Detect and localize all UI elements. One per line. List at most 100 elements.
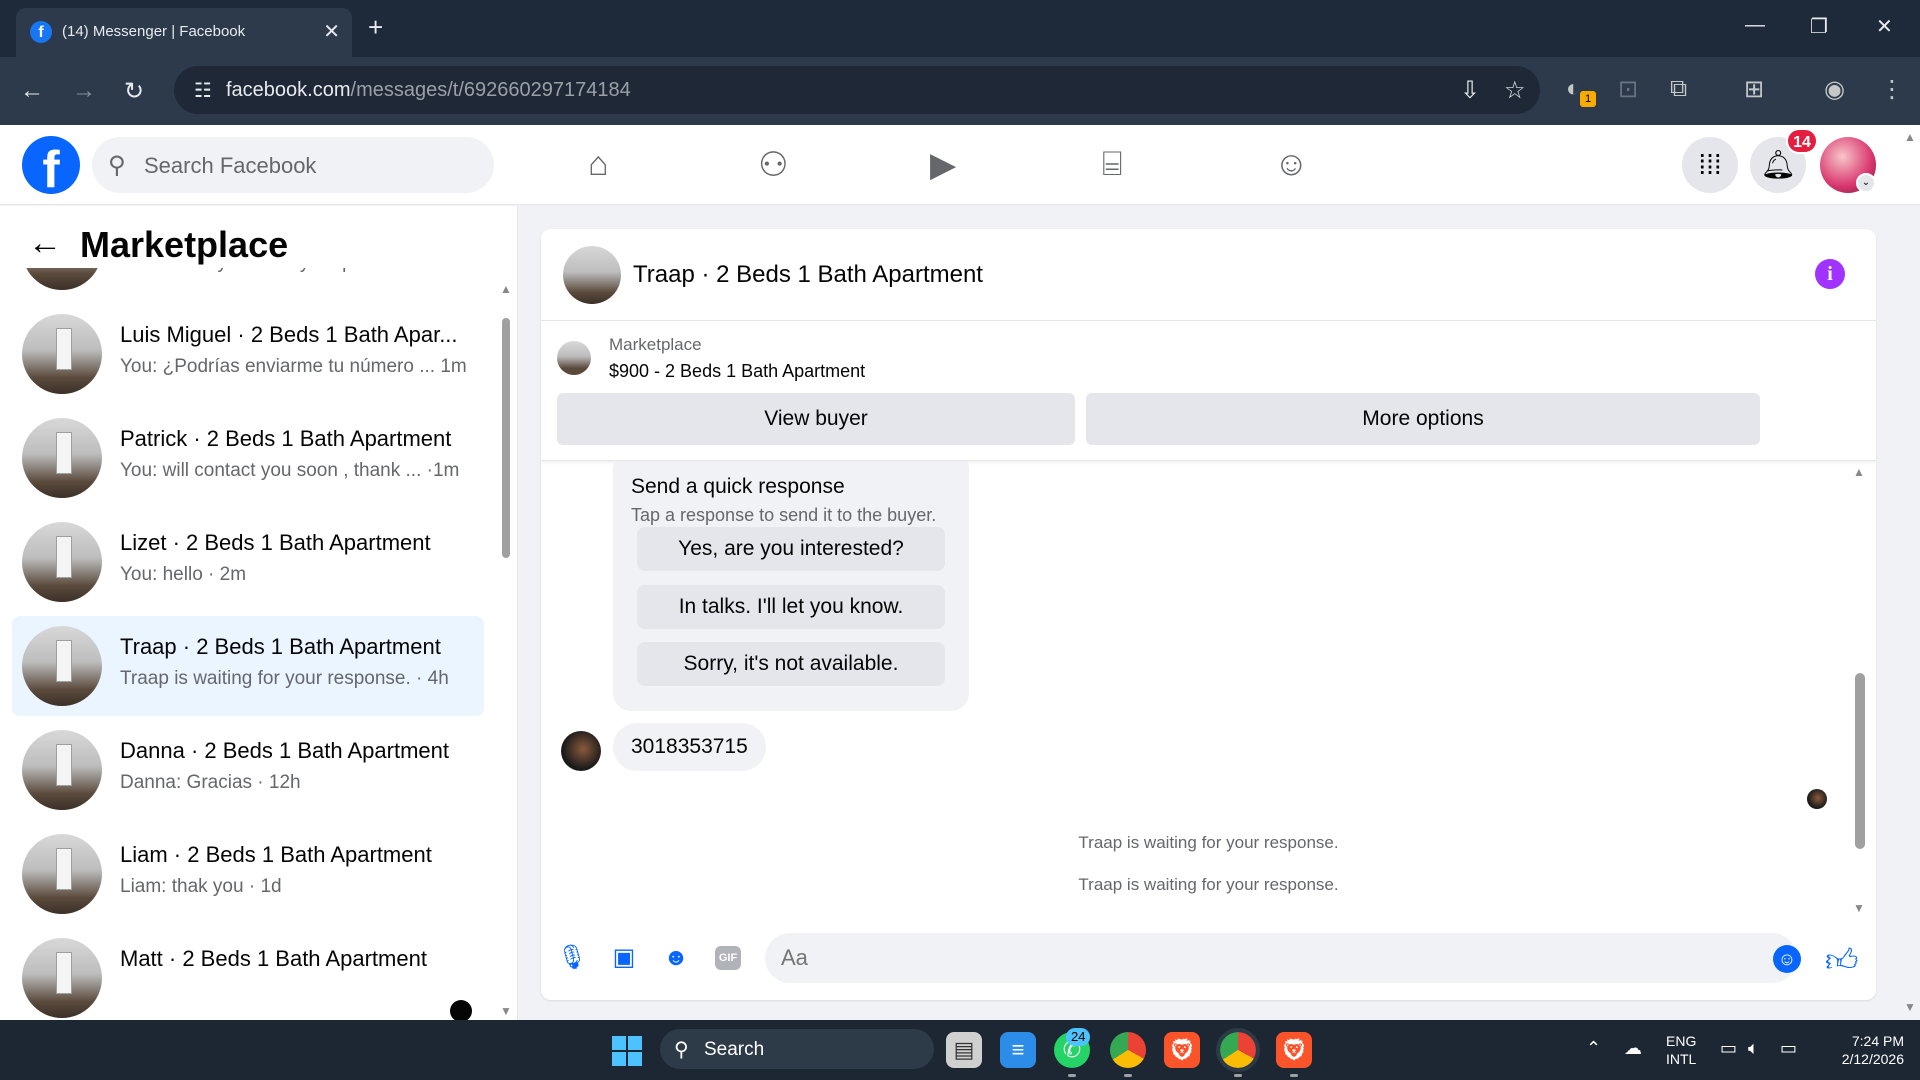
emoji-icon[interactable]: ☺ [1773,945,1801,973]
sender-avatar[interactable] [561,731,601,771]
brave-icon[interactable]: 🦁︎ [1276,1032,1312,1077]
unread-indicator [450,1000,472,1020]
brave-icon[interactable]: 🦁︎ [1164,1032,1200,1068]
conversation-item[interactable]: Danna · 2 Beds 1 Bath Apartment Danna: Gr… [12,720,484,820]
battery-icon[interactable]: ▭ [1780,1038,1797,1059]
scroll-thumb[interactable] [502,318,510,558]
new-tab-button[interactable]: + [368,12,383,43]
message-bubble[interactable]: 3018353715 [613,723,766,771]
network-icon[interactable]: ▭ [1720,1038,1737,1059]
microphone-icon[interactable]: 🎙︎ [557,943,587,973]
onedrive-icon[interactable]: ☁ [1624,1038,1642,1059]
tab-title: (14) Messenger | Facebook [62,23,246,40]
conversation-name: Matt · 2 Beds 1 Bath Apartment [120,946,427,971]
site-info-icon[interactable]: ☷ [194,78,212,103]
system-note: Traap is waiting for your response. [1078,875,1339,894]
conversation-preview: Liam: thak you · 1d [120,876,282,897]
conversation-item[interactable]: Matt · 2 Beds 1 Bath Apartment [12,928,484,1020]
conversation-name: Danna · 2 Beds 1 Bath Apartment [120,738,449,763]
seen-indicator-avatar [1807,789,1827,809]
language-indicator[interactable]: ENG INTL [1666,1032,1696,1068]
facebook-search-box[interactable]: ⚲ Search Facebook [92,137,494,193]
message-thread: Send a quick response Tap a response to … [541,461,1876,921]
watch-icon[interactable]: ▶ [930,145,956,185]
scroll-thumb[interactable] [1855,673,1865,849]
listing-title[interactable]: $900 - 2 Beds 1 Bath Apartment [609,361,865,382]
conversation-preview: You: hello · 2m [120,564,247,585]
conversation-avatar[interactable] [563,246,621,304]
menu-dots-icon[interactable]: ⋮ [1880,75,1904,104]
taskbar-search[interactable]: ⚲ Search [660,1029,934,1069]
conversation-avatar [22,314,102,394]
profile-icon[interactable]: ◉ [1824,75,1845,104]
chevron-down-icon[interactable]: ⌄ [1856,173,1876,193]
conversation-item[interactable]: Patrick · 2 Beds 1 Bath Apartment You: wi… [12,408,484,508]
reload-icon[interactable]: ↻ [124,77,144,106]
notepad-icon[interactable]: ≡ [1000,1032,1036,1068]
thumbs-up-icon[interactable]: 👍︎ [1825,941,1858,980]
conversation-preview: You: will contact you soon , thank ... ·… [120,460,460,481]
clock[interactable]: 7:24 PM 2/12/2026 [1824,1032,1904,1068]
scroll-down-arrow-icon[interactable]: ▼ [1853,901,1865,915]
bookmark-star-icon[interactable]: ☆ [1504,76,1526,105]
back-arrow-icon[interactable]: ← [28,224,62,263]
facebook-header: f ⚲ Search Facebook ⌂ ⚇ ▶ ⌸ ☺ ⁞⁞⁞ 🔔︎ ⌄ [0,125,1920,205]
search-placeholder[interactable]: Search Facebook [144,153,316,179]
tab-close-icon[interactable]: ✕ [323,19,340,44]
chat-title[interactable]: Traap · 2 Beds 1 Bath Apartment [633,261,983,289]
conversation-avatar [22,418,102,498]
chrome-profile-icon[interactable] [1216,1028,1260,1077]
taskbar-search-label: Search [704,1039,765,1060]
file-explorer-icon[interactable]: ▤ [946,1032,982,1068]
sidebar-scrollbar[interactable]: ▲ ▼ [500,282,512,1018]
conversation-item[interactable]: Liam · 2 Beds 1 Bath Apartment Liam: thak… [12,824,484,924]
extension-icon[interactable]: ◐ [1566,75,1581,103]
more-options-button[interactable]: More options [1086,393,1760,445]
scroll-up-arrow-icon[interactable]: ▲ [1853,465,1865,479]
volume-icon[interactable]: 🔈︎ [1748,1038,1759,1059]
password-icon[interactable]: ⊡ [1618,75,1638,104]
restore-icon[interactable]: ❐ [1810,14,1828,39]
address-bar[interactable]: ☷ facebook.com/messages/t/69266029717418… [174,66,1540,114]
close-window-icon[interactable]: ✕ [1876,14,1893,39]
message-input[interactable] [765,933,1797,983]
conversation-item[interactable]: Luis Miguel · 2 Beds 1 Bath Apar... You: … [12,304,484,404]
sticker-icon[interactable]: ☻ [661,943,691,973]
info-icon[interactable]: i [1815,259,1845,289]
gif-icon[interactable]: GIF [715,946,741,970]
install-app-icon[interactable]: ⇩ [1460,76,1480,105]
conversation-item[interactable]: Traap · 2 Beds 1 Bath Apartment Traap is … [12,616,484,716]
windows-start-icon[interactable] [612,1036,642,1066]
quick-response-option[interactable]: Yes, are you interested? [637,527,945,571]
menu-grid-icon[interactable]: ⁞⁞⁞ [1682,137,1738,193]
view-buyer-button[interactable]: View buyer [557,393,1075,445]
friends-icon[interactable]: ⚇ [758,145,788,185]
windows-taskbar: ⚲ Search ▤ ≡ ✆ 24 🦁︎ 🦁︎ ⌃ ☁ ENG INTL ▭ 🔈︎… [0,1020,1920,1080]
facebook-logo-icon[interactable]: f [22,136,80,194]
back-icon[interactable]: ← [20,77,44,105]
listing-thumbnail[interactable] [557,341,591,375]
photo-icon[interactable]: ▣ [609,943,639,973]
tab-search-icon[interactable]: ⊞ [1744,75,1764,104]
chat-panel: Traap · 2 Beds 1 Bath Apartment i Market… [541,229,1876,1000]
conversation-avatar [22,938,102,1018]
url-text[interactable]: facebook.com/messages/t/692660297174184 [226,79,631,102]
browser-tab[interactable]: f (14) Messenger | Facebook ✕ [16,8,352,57]
tray-chevron-up-icon[interactable]: ⌃ [1586,1038,1601,1059]
sidebar-header: ← Marketplace [0,206,500,268]
listing-section: Marketplace $900 - 2 Beds 1 Bath Apartme… [541,321,1876,461]
page-scroll-up-icon[interactable]: ▲ [1904,130,1916,144]
forward-icon[interactable]: → [72,77,96,105]
page-scroll-down-icon[interactable]: ▼ [1904,1000,1916,1014]
home-icon[interactable]: ⌂ [588,145,609,184]
scroll-down-arrow-icon[interactable]: ▼ [500,1004,512,1018]
marketplace-icon[interactable]: ⌸ [1102,145,1122,184]
groups-icon[interactable]: ☺ [1274,145,1309,184]
puzzle-extensions-icon[interactable]: ⧉ [1670,75,1687,103]
quick-response-option[interactable]: In talks. I'll let you know. [637,585,945,629]
minimize-icon[interactable]: — [1745,14,1765,37]
scroll-up-arrow-icon[interactable]: ▲ [500,282,512,296]
chrome-icon[interactable] [1110,1032,1146,1077]
conversation-item[interactable]: Lizet · 2 Beds 1 Bath Apartment You: hell… [12,512,484,612]
quick-response-option[interactable]: Sorry, it's not available. [637,642,945,686]
